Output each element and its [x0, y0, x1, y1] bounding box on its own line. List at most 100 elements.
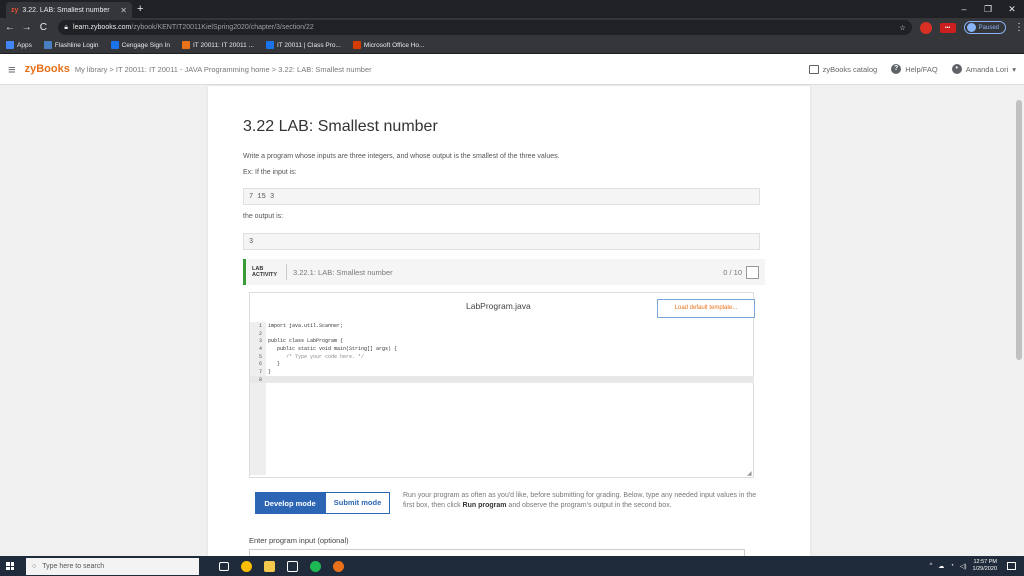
zybooks-logo[interactable]: zyBooks	[25, 63, 70, 75]
tab-title: 3.22. LAB: Smallest number	[22, 6, 110, 14]
taskbar-search[interactable]: ○ Type here to search	[26, 557, 199, 575]
submit-mode-button[interactable]: Submit mode	[325, 492, 390, 514]
code-line: 3 public class LabProgram {	[258, 338, 344, 345]
tray-expand-icon[interactable]: ^	[929, 563, 932, 569]
lab-score: 0 / 10	[723, 267, 742, 277]
cloud-icon[interactable]: ☁	[938, 563, 944, 570]
zybooks-header: ≡ zyBooks My library > IT 20011: IT 2001…	[0, 54, 1024, 85]
start-button[interactable]	[0, 556, 20, 576]
catalog-label: zyBooks catalog	[822, 64, 878, 74]
load-default-template-button[interactable]: Load default template...	[657, 299, 755, 318]
page-scrollbar[interactable]	[1014, 86, 1024, 556]
lastpass-icon[interactable]: •••	[939, 22, 956, 33]
browser-tab[interactable]: zy 3.22. LAB: Smallest number ✕	[6, 2, 132, 18]
browser-menu-icon[interactable]: ⋮	[1014, 22, 1024, 33]
bookmark-class-pro[interactable]: IT 20011 | Class Pro...	[265, 41, 341, 49]
restore-button[interactable]: ❐	[976, 0, 1000, 18]
profile-status: Paused	[978, 24, 1000, 31]
url-bar[interactable]: 🔒︎ learn.zybooks.com/zybook/KENTIT20011K…	[58, 20, 912, 35]
help-link[interactable]: ? Help/FAQ	[891, 64, 938, 74]
bookmark-apps[interactable]: Apps	[6, 41, 32, 49]
tab-close-icon[interactable]: ✕	[120, 6, 127, 15]
windows-logo-icon	[6, 562, 14, 570]
lock-icon: 🔒︎	[64, 23, 69, 31]
office-icon	[352, 41, 361, 49]
network-icon[interactable]: ◔	[950, 563, 954, 569]
develop-mode-button[interactable]: Develop mode	[255, 492, 325, 514]
bookmark-label: Cengage Sign In	[121, 41, 170, 49]
bookmarks-bar: Apps Flashline Login Cengage Sign In IT …	[0, 37, 1024, 54]
zybooks-favicon-icon: zy	[11, 6, 19, 14]
close-window-button[interactable]: ✕	[1000, 0, 1024, 18]
code-line: 4 public static void main(String[] args)…	[258, 346, 398, 353]
clock-date: 1/29/2020	[972, 566, 997, 572]
lab-activity-title: 3.22.1: LAB: Smallest number	[293, 267, 393, 277]
page-title: 3.22 LAB: Smallest number	[243, 118, 438, 135]
forward-button[interactable]: →	[20, 22, 34, 33]
browser-tab-strip: zy 3.22. LAB: Smallest number ✕ + – ❐ ✕	[0, 0, 1024, 18]
clock[interactable]: 12:57 PM 1/29/2020	[973, 559, 997, 573]
flashline-icon	[43, 41, 52, 49]
mail-icon[interactable]	[287, 560, 298, 572]
reload-button[interactable]: C	[37, 22, 51, 33]
back-button[interactable]: ←	[3, 22, 17, 33]
catalog-link[interactable]: zyBooks catalog	[808, 64, 878, 74]
code-line: 8	[258, 376, 262, 383]
avatar-icon	[966, 23, 976, 32]
cengage-icon	[110, 41, 119, 49]
bookmark-label: Apps	[17, 41, 32, 49]
extension-icon[interactable]	[919, 21, 932, 34]
lab-activity-header: LAB ACTIVITY 3.22.1: LAB: Smallest number…	[243, 259, 765, 285]
help-label: Help/FAQ	[905, 64, 938, 74]
bookmark-star-icon[interactable]: ☆	[899, 24, 905, 32]
run-instructions: Run your program as often as you'd like,…	[403, 492, 757, 509]
notifications-icon[interactable]	[1007, 562, 1016, 570]
profile-button[interactable]: Paused	[963, 21, 1007, 34]
scrollbar-thumb[interactable]	[1016, 100, 1022, 360]
divider	[286, 264, 287, 280]
app-icon[interactable]	[333, 560, 344, 572]
chevron-down-icon: ▾	[1012, 64, 1016, 74]
bookmark-label: Flashline Login	[54, 41, 99, 49]
user-account-icon: •	[951, 64, 962, 74]
bookmark-label: IT 20011: IT 20011 ...	[193, 41, 254, 49]
example-intro: Ex: If the input is:	[243, 169, 297, 176]
code-editor[interactable]: 1 import java.util.Scanner; 2 3 public cla…	[250, 323, 397, 385]
zybooks-icon	[182, 41, 190, 49]
example-output: 3	[243, 233, 760, 250]
bookmark-label: IT 20011 | Class Pro...	[276, 41, 341, 49]
task-view-icon[interactable]	[219, 561, 229, 571]
bookmark-flashline[interactable]: Flashline Login	[43, 41, 99, 49]
address-toolbar: ← → C 🔒︎ learn.zybooks.com/zybook/KENTIT…	[0, 18, 1024, 37]
url-host: learn.zybooks.com	[73, 24, 132, 31]
windows-taskbar: ○ Type here to search ^ ☁ ◔ ◁) 12:57 PM …	[0, 556, 1024, 576]
code-line: 6 }	[258, 361, 281, 368]
new-tab-button[interactable]: +	[137, 3, 143, 15]
search-placeholder: Type here to search	[42, 562, 105, 570]
volume-icon[interactable]: ◁)	[960, 563, 967, 570]
code-line: 5 /* Type your code here. */	[258, 353, 365, 360]
help-icon: ?	[891, 64, 902, 74]
resize-handle-icon[interactable]: ◢	[747, 470, 752, 477]
code-line: 7}	[258, 369, 272, 376]
p-icon	[265, 41, 274, 49]
code-editor-panel	[249, 292, 754, 478]
bookmark-office[interactable]: Microsoft Office Ho...	[352, 41, 424, 49]
minimize-button[interactable]: –	[952, 0, 976, 18]
spotify-icon[interactable]	[310, 560, 321, 572]
user-menu[interactable]: • Amanda Lori ▾	[951, 64, 1016, 74]
bookmark-cengage[interactable]: Cengage Sign In	[110, 41, 170, 49]
apps-grid-icon	[6, 41, 14, 49]
breadcrumb[interactable]: My library > IT 20011: IT 20011 - JAVA P…	[75, 65, 372, 74]
output-intro: the output is:	[243, 213, 284, 220]
catalog-icon	[808, 64, 819, 74]
bookmark-zybooks[interactable]: IT 20011: IT 20011 ...	[182, 41, 254, 49]
hamburger-menu-icon[interactable]: ≡	[8, 62, 16, 77]
file-name: LabProgram.java	[466, 301, 531, 311]
chrome-icon[interactable]	[241, 560, 252, 572]
code-line: 2	[258, 330, 262, 337]
code-line: 1 import java.util.Scanner;	[258, 323, 344, 329]
lab-activity-tag: LAB ACTIVITY	[252, 266, 278, 278]
clock-time: 12:57 PM	[973, 559, 997, 565]
file-explorer-icon[interactable]	[264, 560, 275, 572]
